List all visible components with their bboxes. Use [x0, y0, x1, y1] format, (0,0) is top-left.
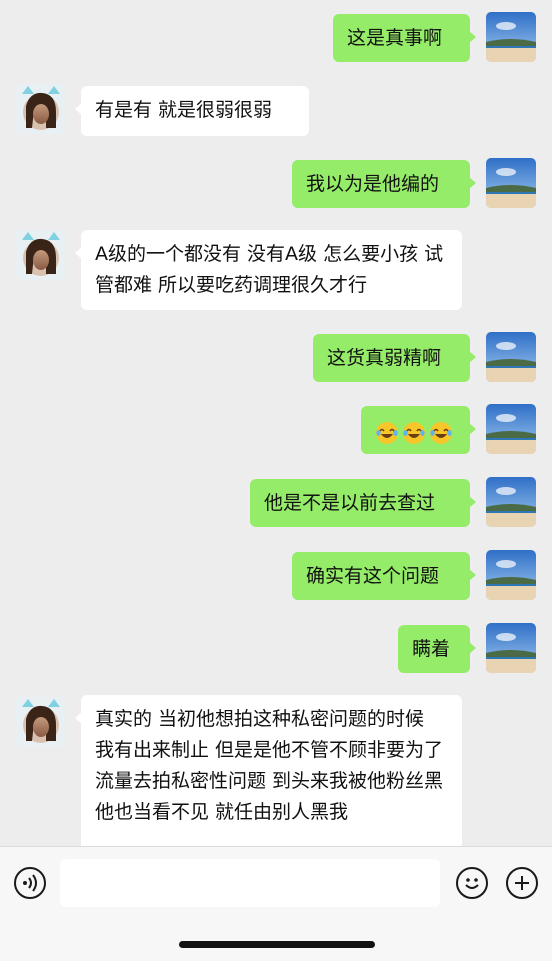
message-text: 真实的 当初他想拍这种私密问题的时候 我有出来制止 但是是他不管不顾非要为了流量…	[95, 708, 444, 823]
message-row: 有是有 就是很弱很弱	[0, 84, 552, 138]
input-bar	[0, 846, 552, 961]
message-text: 这货真弱精啊	[327, 347, 442, 369]
contact-avatar[interactable]	[16, 697, 66, 747]
message-text: 他是不是以前去查过	[264, 492, 436, 514]
plus-icon	[515, 876, 529, 890]
face-with-tears-of-joy-icon	[376, 421, 398, 444]
message-bubble[interactable]: 有是有 就是很弱很弱	[75, 86, 309, 136]
message-row: 真实的 当初他想拍这种私密问题的时候 我有出来制止 但是是他不管不顾非要为了流量…	[0, 695, 552, 846]
message-row: 确实有这个问题	[0, 550, 552, 602]
message-text: A级的一个都没有 没有A级 怎么要小孩 试管都难 所以要吃药调理很久才行	[95, 243, 444, 296]
voice-icon	[23, 874, 37, 892]
message-bubble[interactable]: 瞒着	[398, 625, 476, 673]
message-bubble[interactable]: 真实的 当初他想拍这种私密问题的时候 我有出来制止 但是是他不管不顾非要为了流量…	[75, 695, 462, 846]
message-row: A级的一个都没有 没有A级 怎么要小孩 试管都难 所以要吃药调理很久才行	[0, 230, 552, 312]
my-avatar[interactable]	[486, 477, 536, 527]
face-with-tears-of-joy-icon	[403, 421, 425, 444]
message-row: 瞒着	[0, 623, 552, 675]
contact-avatar[interactable]	[16, 230, 66, 280]
my-avatar[interactable]	[486, 623, 536, 673]
smiley-icon	[465, 878, 479, 889]
message-text: 有是有 就是很弱很弱	[95, 99, 273, 121]
message-row: 这是真事啊	[0, 12, 552, 64]
add-button[interactable]	[506, 867, 538, 899]
message-input[interactable]	[60, 859, 440, 907]
message-bubble[interactable]: 这货真弱精啊	[313, 334, 476, 382]
home-indicator[interactable]	[179, 941, 375, 948]
message-text: 确实有这个问题	[306, 565, 440, 587]
message-bubble[interactable]: 这是真事啊	[333, 14, 476, 62]
chat-area: 这是真事啊 有是有 就是很弱很弱 我以为是他编的 A级的一个都没有 没有A级 怎…	[0, 0, 552, 846]
message-bubble[interactable]: 他是不是以前去查过	[250, 479, 476, 527]
message-text: 这是真事啊	[347, 27, 443, 49]
contact-avatar[interactable]	[16, 84, 66, 134]
message-row: 他是不是以前去查过	[0, 477, 552, 529]
message-bubble[interactable]: A级的一个都没有 没有A级 怎么要小孩 试管都难 所以要吃药调理很久才行	[75, 230, 462, 310]
emoji-button[interactable]	[456, 867, 488, 899]
message-row	[0, 404, 552, 456]
voice-button[interactable]	[14, 867, 46, 899]
my-avatar[interactable]	[486, 404, 536, 454]
message-bubble[interactable]	[361, 406, 476, 454]
message-row: 这货真弱精啊	[0, 332, 552, 384]
my-avatar[interactable]	[486, 332, 536, 382]
message-bubble[interactable]: 确实有这个问题	[292, 552, 476, 600]
message-text: 我以为是他编的	[306, 173, 440, 195]
message-row: 我以为是他编的	[0, 158, 552, 210]
face-with-tears-of-joy-icon	[430, 421, 452, 444]
my-avatar[interactable]	[486, 550, 536, 600]
message-text: 瞒着	[412, 638, 451, 660]
my-avatar[interactable]	[486, 12, 536, 62]
my-avatar[interactable]	[486, 158, 536, 208]
message-bubble[interactable]: 我以为是他编的	[292, 160, 476, 208]
